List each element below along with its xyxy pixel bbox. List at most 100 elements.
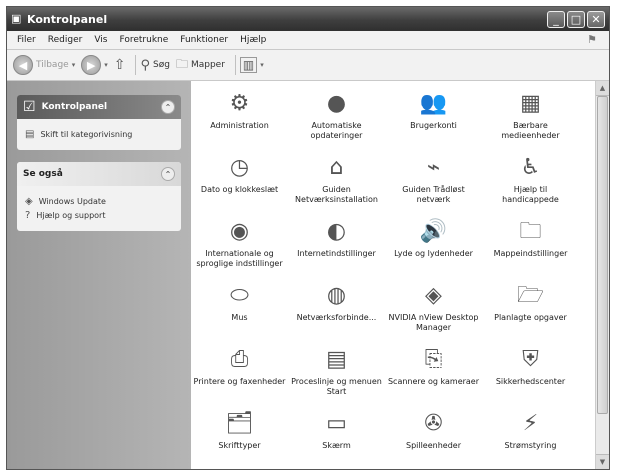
- vertical-scrollbar[interactable]: ▲ ▼: [595, 81, 609, 469]
- control-panel-window: ▣ Kontrolpanel _ □ ✕ Filer Rediger Vis F…: [6, 6, 610, 470]
- control-panel-item[interactable]: ◉ Internationale og sproglige indstilling…: [191, 217, 288, 281]
- toolbar-separator: [135, 55, 137, 75]
- control-panel-item[interactable]: ◐ Internetindstillinger: [288, 217, 385, 281]
- panel-title: Kontrolpanel: [41, 102, 108, 112]
- item-label: Lyde og lydenheder: [394, 249, 473, 258]
- control-panel-item[interactable]: ⌁ Guiden Trådløst netværk: [385, 153, 482, 217]
- up-folder-button[interactable]: ⇧: [114, 57, 126, 73]
- item-label: Scannere og kameraer: [387, 377, 480, 386]
- panel-body: ▤ Skift til kategorivisning: [17, 119, 181, 150]
- item-label: Spilleenheder: [405, 441, 462, 450]
- menu-bar: Filer Rediger Vis Foretrukne Funktioner …: [7, 31, 609, 50]
- collapse-icon[interactable]: ⌃: [161, 100, 175, 114]
- control-panel-item[interactable]: ▭ Skærm: [288, 409, 385, 469]
- content-area: ☑ Kontrolpanel ⌃ ▤ Skift til kategorivis…: [7, 81, 609, 469]
- item-label: Guiden Trådløst netværk: [402, 185, 465, 204]
- scroll-thumb[interactable]: [597, 96, 608, 414]
- menu-tools[interactable]: Funktioner: [174, 35, 234, 45]
- control-panel-header-icon: ☑: [23, 99, 36, 115]
- control-panel-item[interactable]: ⬭ Mus: [191, 281, 288, 345]
- folders-icon: 🗀: [175, 56, 188, 71]
- network-connections-icon: ◍: [326, 283, 347, 308]
- category-view-icon: ▤: [25, 129, 35, 140]
- control-panel-item[interactable]: ⚙ Administration: [191, 89, 288, 153]
- control-panel-panel-header[interactable]: ☑ Kontrolpanel ⌃: [17, 95, 181, 119]
- collapse-icon[interactable]: ⌃: [161, 167, 175, 181]
- control-panel-item[interactable]: 🗁 Planlagte opgaver: [482, 281, 579, 345]
- user-accounts-icon: 👥: [419, 91, 448, 116]
- control-panel-item[interactable]: ◍ Netværksforbinde...: [288, 281, 385, 345]
- task-pane: ☑ Kontrolpanel ⌃ ▤ Skift til kategorivis…: [7, 81, 191, 469]
- forward-button[interactable]: ▶ ▾: [81, 55, 108, 75]
- back-arrow-icon: ◀: [13, 55, 33, 75]
- item-label: NVIDIA nView Desktop Manager: [388, 313, 479, 332]
- back-dropdown-icon[interactable]: ▾: [72, 61, 76, 69]
- switch-to-category-view-link[interactable]: ▤ Skift til kategorivisning: [25, 129, 173, 140]
- link-label: Hjælp og support: [36, 211, 106, 220]
- item-label: Administration: [210, 121, 269, 130]
- see-also-header[interactable]: Se også ⌃: [17, 162, 181, 186]
- item-label: Internetindstillinger: [297, 249, 376, 258]
- power-options-icon: ⚡: [522, 411, 539, 436]
- forward-dropdown-icon[interactable]: ▾: [104, 61, 108, 69]
- control-panel-item[interactable]: 🗀 Mappeindstillinger: [482, 217, 579, 281]
- menu-help[interactable]: Hjælp: [234, 35, 272, 45]
- window-title: Kontrolpanel: [27, 12, 108, 26]
- search-button[interactable]: ⚲ Søg: [140, 58, 169, 73]
- maximize-button[interactable]: □: [567, 10, 585, 28]
- windows-update-link[interactable]: ◈ Windows Update: [25, 196, 173, 207]
- administration-icon: ⚙: [229, 91, 250, 116]
- back-button[interactable]: ◀ Tilbage ▾: [13, 55, 75, 75]
- control-panel-item[interactable]: ⚡ Strømstyring: [482, 409, 579, 469]
- control-panel-item[interactable]: ⛨ Sikkerhedscenter: [482, 345, 579, 409]
- item-label: Hjælp til handicappede: [502, 185, 559, 204]
- item-label: Dato og klokkeslæt: [200, 185, 279, 194]
- item-label: Netværksforbinde...: [296, 313, 377, 322]
- scroll-up-button[interactable]: ▲: [596, 81, 609, 96]
- help-icon: ?: [25, 210, 31, 221]
- control-panel-item[interactable]: ◈ NVIDIA nView Desktop Manager: [385, 281, 482, 345]
- close-button[interactable]: ✕: [587, 10, 605, 28]
- menu-edit[interactable]: Rediger: [42, 35, 89, 45]
- control-panel-item[interactable]: 👥 Brugerkonti: [385, 89, 482, 153]
- item-label: Mus: [231, 313, 248, 322]
- scanners-icon: ⎘: [424, 347, 443, 372]
- control-panel-item[interactable]: ⎙ Printere og faxenheder: [191, 345, 288, 409]
- wireless-network-icon: ⌁: [426, 155, 441, 180]
- item-label: Automatiske opdateringer: [310, 121, 363, 140]
- back-label: Tilbage: [36, 60, 69, 70]
- control-panel-item[interactable]: ● Automatiske opdateringer: [288, 89, 385, 153]
- menu-file[interactable]: Filer: [11, 35, 42, 45]
- display-icon: ▭: [326, 411, 347, 436]
- control-panel-item[interactable]: ⎘ Scannere og kameraer: [385, 345, 482, 409]
- control-panel-item[interactable]: ▤ Proceslinje og menuen Start: [288, 345, 385, 409]
- see-also-panel: Se også ⌃ ◈ Windows Update ? Hjælp og su…: [17, 162, 181, 231]
- views-icon: ▥: [239, 57, 258, 73]
- control-panel-item[interactable]: ◷ Dato og klokkeslæt: [191, 153, 288, 217]
- help-support-link[interactable]: ? Hjælp og support: [25, 210, 173, 221]
- minimize-button[interactable]: _: [547, 10, 565, 28]
- item-label: Strømstyring: [504, 441, 557, 450]
- menu-favorites[interactable]: Foretrukne: [113, 35, 174, 45]
- search-label: Søg: [153, 60, 170, 70]
- automatic-updates-icon: ●: [326, 91, 347, 116]
- menu-view[interactable]: Vis: [88, 35, 113, 45]
- folders-label: Mapper: [190, 60, 225, 70]
- control-panel-item[interactable]: ♿ Hjælp til handicappede: [482, 153, 579, 217]
- toolbar-separator: [234, 55, 236, 75]
- accessibility-icon: ♿: [520, 155, 541, 180]
- internet-options-icon: ◐: [326, 219, 347, 244]
- windows-logo-icon: ⚑: [587, 33, 597, 46]
- views-button[interactable]: ▥ ▾: [239, 57, 264, 73]
- control-panel-item[interactable]: ⌂ Guiden Netværksinstallation: [288, 153, 385, 217]
- control-panel-item[interactable]: ✇ Spilleenheder: [385, 409, 482, 469]
- control-panel-item[interactable]: 🔊 Lyde og lydenheder: [385, 217, 482, 281]
- folders-button[interactable]: 🗀 Mapper: [176, 55, 225, 76]
- link-label: Skift til kategorivisning: [40, 130, 133, 139]
- search-icon: ⚲: [140, 57, 150, 73]
- network-setup-icon: ⌂: [329, 155, 344, 180]
- scroll-down-button[interactable]: ▼: [596, 454, 609, 469]
- control-panel-item[interactable]: ▦ Bærbare medieenheder: [482, 89, 579, 153]
- control-panel-item[interactable]: 🗂 Skrifttyper: [191, 409, 288, 469]
- item-label: Bærbare medieenheder: [501, 121, 560, 140]
